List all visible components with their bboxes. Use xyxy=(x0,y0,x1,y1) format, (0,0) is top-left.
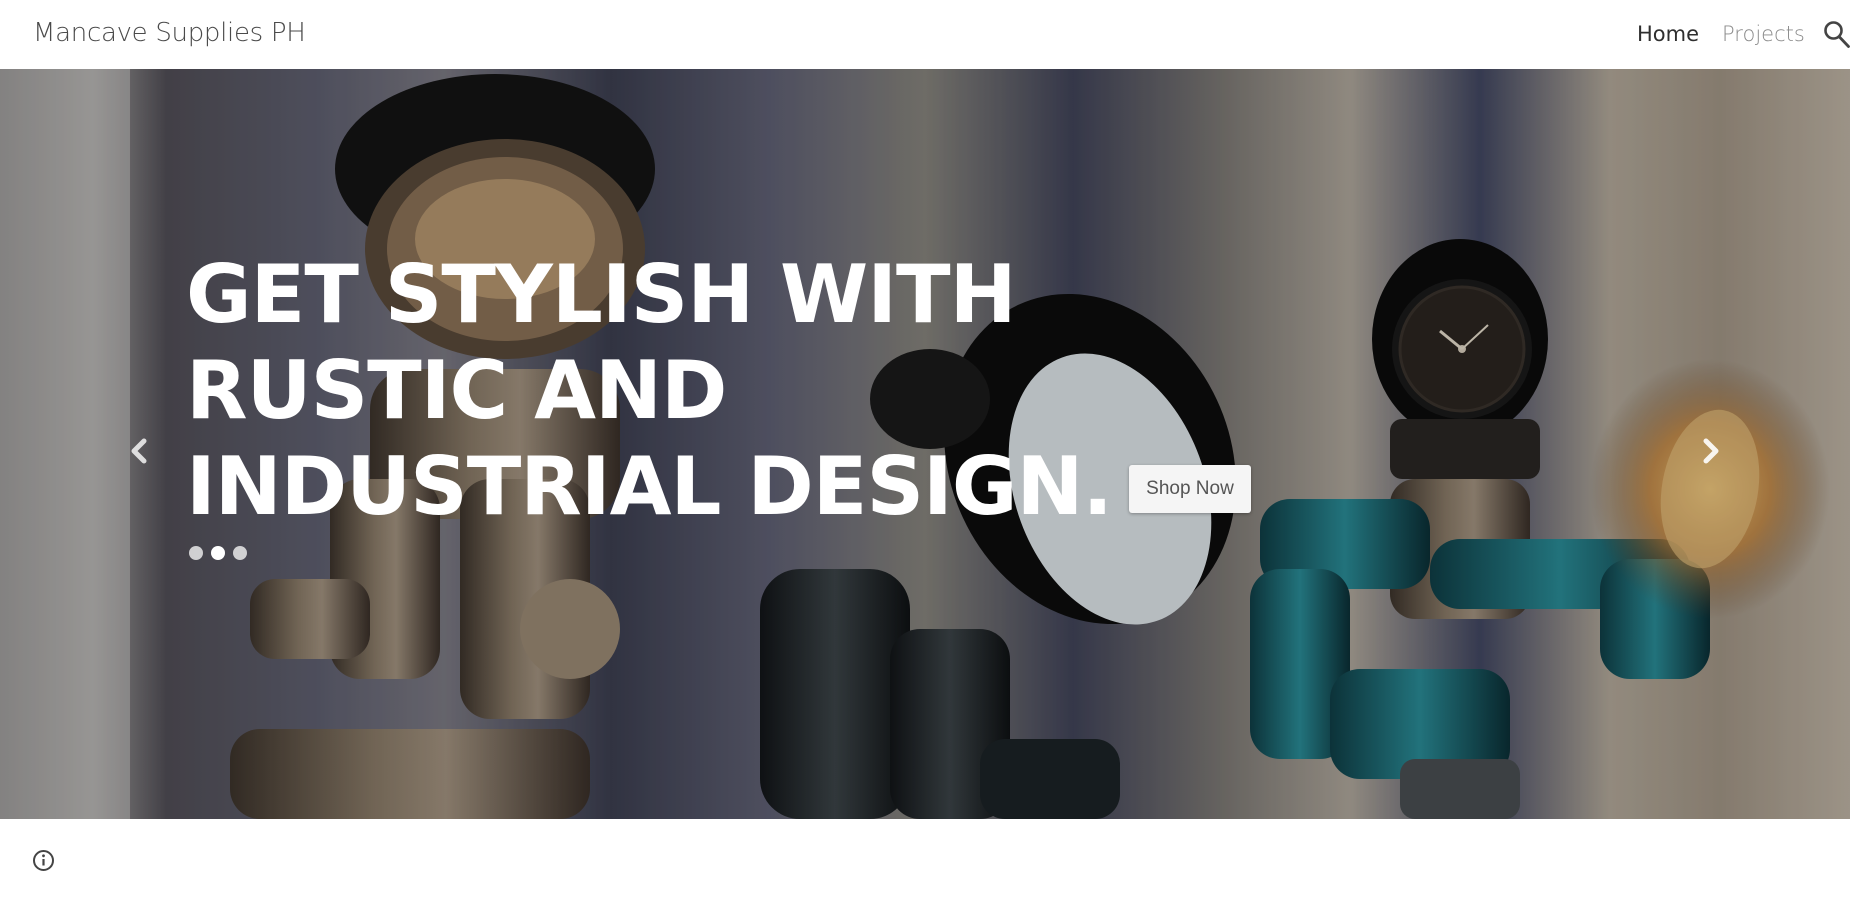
site-title[interactable]: Mancave Supplies PH xyxy=(33,18,306,48)
shop-now-button[interactable]: Shop Now xyxy=(1129,465,1251,513)
carousel-dot-2[interactable] xyxy=(211,546,225,560)
carousel-dot-3[interactable] xyxy=(233,546,247,560)
nav-item-home[interactable]: Home xyxy=(1637,22,1699,46)
nav-item-projects[interactable]: Projects xyxy=(1722,22,1805,46)
hero-headline-line-1: GET STYLISH WITH xyxy=(186,248,1017,341)
hero-headline-line-2: RUSTIC AND xyxy=(186,344,727,437)
carousel-dot-1[interactable] xyxy=(189,546,203,560)
hero-carousel: GET STYLISH WITH RUSTIC AND INDUSTRIAL D… xyxy=(0,69,1850,819)
site-header: Mancave Supplies PH Home Projects xyxy=(0,0,1850,69)
search-icon[interactable] xyxy=(1823,20,1850,48)
hero-headline-line-3: INDUSTRIAL DESIGN. xyxy=(186,440,1113,533)
chevron-left-icon[interactable] xyxy=(124,429,154,473)
hero-headline: GET STYLISH WITH RUSTIC AND INDUSTRIAL D… xyxy=(186,247,1186,535)
info-icon[interactable] xyxy=(32,849,55,872)
chevron-right-icon[interactable] xyxy=(1696,429,1726,473)
